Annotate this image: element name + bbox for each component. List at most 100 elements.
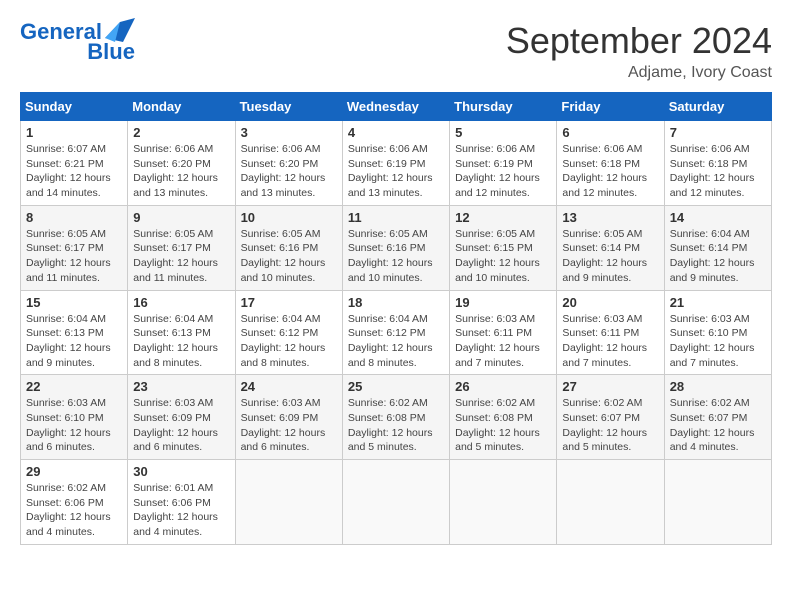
calendar-cell: 27 Sunrise: 6:02 AMSunset: 6:07 PMDayligh… [557, 375, 664, 460]
day-header-friday: Friday [557, 93, 664, 121]
calendar-cell: 7 Sunrise: 6:06 AMSunset: 6:18 PMDaylight… [664, 121, 771, 206]
day-info: Sunrise: 6:03 AMSunset: 6:09 PMDaylight:… [133, 396, 229, 455]
calendar-cell [235, 460, 342, 545]
day-info: Sunrise: 6:05 AMSunset: 6:16 PMDaylight:… [241, 227, 337, 286]
day-info: Sunrise: 6:03 AMSunset: 6:11 PMDaylight:… [562, 312, 658, 371]
title-area: September 2024 Adjame, Ivory Coast [506, 20, 772, 82]
day-number: 16 [133, 295, 229, 310]
calendar-header: SundayMondayTuesdayWednesdayThursdayFrid… [21, 93, 772, 121]
day-info: Sunrise: 6:02 AMSunset: 6:07 PMDaylight:… [670, 396, 766, 455]
month-title: September 2024 [506, 20, 772, 62]
day-header-wednesday: Wednesday [342, 93, 449, 121]
day-info: Sunrise: 6:03 AMSunset: 6:10 PMDaylight:… [670, 312, 766, 371]
calendar-cell: 6Sunrise: 6:06 AMSunset: 6:18 PMDaylight… [557, 121, 664, 206]
day-info: Sunrise: 6:06 AMSunset: 6:20 PMDaylight:… [241, 142, 337, 201]
day-info: Sunrise: 6:03 AMSunset: 6:11 PMDaylight:… [455, 312, 551, 371]
day-number: 10 [241, 210, 337, 225]
calendar-cell: 26 Sunrise: 6:02 AMSunset: 6:08 PMDayligh… [450, 375, 557, 460]
calendar-cell: 25Sunrise: 6:02 AMSunset: 6:08 PMDayligh… [342, 375, 449, 460]
day-number: 22 [26, 379, 122, 394]
day-number: 14 [670, 210, 766, 225]
calendar-week-1: 1 Sunrise: 6:07 AMSunset: 6:21 PMDaylight… [21, 121, 772, 206]
day-number: 9 [133, 210, 229, 225]
calendar-body: 1 Sunrise: 6:07 AMSunset: 6:21 PMDaylight… [21, 121, 772, 545]
calendar-cell: 14Sunrise: 6:04 AMSunset: 6:14 PMDayligh… [664, 205, 771, 290]
day-info: Sunrise: 6:05 AMSunset: 6:14 PMDaylight:… [562, 227, 658, 286]
day-info: Sunrise: 6:06 AMSunset: 6:19 PMDaylight:… [348, 142, 444, 201]
calendar-cell: 3 Sunrise: 6:06 AMSunset: 6:20 PMDaylight… [235, 121, 342, 206]
day-number: 1 [26, 125, 122, 140]
day-info: Sunrise: 6:03 AMSunset: 6:09 PMDaylight:… [241, 396, 337, 455]
day-number: 4 [348, 125, 444, 140]
day-info: Sunrise: 6:02 AMSunset: 6:07 PMDaylight:… [562, 396, 658, 455]
calendar-cell: 8 Sunrise: 6:05 AMSunset: 6:17 PMDaylight… [21, 205, 128, 290]
day-info: Sunrise: 6:06 AMSunset: 6:18 PMDaylight:… [562, 142, 658, 201]
day-info: Sunrise: 6:06 AMSunset: 6:19 PMDaylight:… [455, 142, 551, 201]
calendar-cell: 23 Sunrise: 6:03 AMSunset: 6:09 PMDayligh… [128, 375, 235, 460]
day-info: Sunrise: 6:02 AMSunset: 6:08 PMDaylight:… [455, 396, 551, 455]
header-row: SundayMondayTuesdayWednesdayThursdayFrid… [21, 93, 772, 121]
calendar-cell: 21 Sunrise: 6:03 AMSunset: 6:10 PMDayligh… [664, 290, 771, 375]
calendar-cell [557, 460, 664, 545]
day-info: Sunrise: 6:05 AMSunset: 6:17 PMDaylight:… [133, 227, 229, 286]
day-number: 27 [562, 379, 658, 394]
calendar-cell: 2 Sunrise: 6:06 AMSunset: 6:20 PMDaylight… [128, 121, 235, 206]
day-number: 18 [348, 295, 444, 310]
calendar-week-2: 8 Sunrise: 6:05 AMSunset: 6:17 PMDaylight… [21, 205, 772, 290]
calendar-week-3: 15 Sunrise: 6:04 AMSunset: 6:13 PMDayligh… [21, 290, 772, 375]
day-number: 7 [670, 125, 766, 140]
day-info: Sunrise: 6:07 AMSunset: 6:21 PMDaylight:… [26, 142, 122, 201]
day-info: Sunrise: 6:04 AMSunset: 6:12 PMDaylight:… [241, 312, 337, 371]
calendar-cell: 29 Sunrise: 6:02 AMSunset: 6:06 PMDayligh… [21, 460, 128, 545]
day-info: Sunrise: 6:01 AMSunset: 6:06 PMDaylight:… [133, 481, 229, 540]
day-number: 29 [26, 464, 122, 479]
day-info: Sunrise: 6:05 AMSunset: 6:17 PMDaylight:… [26, 227, 122, 286]
calendar-week-4: 22Sunrise: 6:03 AMSunset: 6:10 PMDayligh… [21, 375, 772, 460]
calendar-cell: 17 Sunrise: 6:04 AMSunset: 6:12 PMDayligh… [235, 290, 342, 375]
calendar-table: SundayMondayTuesdayWednesdayThursdayFrid… [20, 92, 772, 545]
day-header-sunday: Sunday [21, 93, 128, 121]
calendar-week-5: 29 Sunrise: 6:02 AMSunset: 6:06 PMDayligh… [21, 460, 772, 545]
page-header: General Blue September 2024 Adjame, Ivor… [20, 20, 772, 82]
day-number: 15 [26, 295, 122, 310]
day-number: 3 [241, 125, 337, 140]
calendar-cell: 28 Sunrise: 6:02 AMSunset: 6:07 PMDayligh… [664, 375, 771, 460]
calendar-cell: 15 Sunrise: 6:04 AMSunset: 6:13 PMDayligh… [21, 290, 128, 375]
day-number: 24 [241, 379, 337, 394]
day-info: Sunrise: 6:05 AMSunset: 6:15 PMDaylight:… [455, 227, 551, 286]
day-number: 8 [26, 210, 122, 225]
day-header-monday: Monday [128, 93, 235, 121]
calendar-cell: 10 Sunrise: 6:05 AMSunset: 6:16 PMDayligh… [235, 205, 342, 290]
day-number: 21 [670, 295, 766, 310]
day-info: Sunrise: 6:06 AMSunset: 6:18 PMDaylight:… [670, 142, 766, 201]
logo: General Blue [20, 20, 135, 64]
day-number: 25 [348, 379, 444, 394]
day-info: Sunrise: 6:04 AMSunset: 6:12 PMDaylight:… [348, 312, 444, 371]
calendar-cell: 13Sunrise: 6:05 AMSunset: 6:14 PMDayligh… [557, 205, 664, 290]
calendar-cell: 4 Sunrise: 6:06 AMSunset: 6:19 PMDaylight… [342, 121, 449, 206]
calendar-cell: 16Sunrise: 6:04 AMSunset: 6:13 PMDayligh… [128, 290, 235, 375]
day-info: Sunrise: 6:02 AMSunset: 6:06 PMDaylight:… [26, 481, 122, 540]
calendar-cell: 30Sunrise: 6:01 AMSunset: 6:06 PMDayligh… [128, 460, 235, 545]
day-number: 26 [455, 379, 551, 394]
calendar-cell: 11Sunrise: 6:05 AMSunset: 6:16 PMDayligh… [342, 205, 449, 290]
calendar-cell: 12 Sunrise: 6:05 AMSunset: 6:15 PMDayligh… [450, 205, 557, 290]
day-number: 2 [133, 125, 229, 140]
day-number: 11 [348, 210, 444, 225]
day-number: 12 [455, 210, 551, 225]
calendar-cell [664, 460, 771, 545]
day-info: Sunrise: 6:06 AMSunset: 6:20 PMDaylight:… [133, 142, 229, 201]
calendar-cell: 1 Sunrise: 6:07 AMSunset: 6:21 PMDaylight… [21, 121, 128, 206]
day-number: 19 [455, 295, 551, 310]
day-number: 17 [241, 295, 337, 310]
day-header-saturday: Saturday [664, 93, 771, 121]
day-number: 23 [133, 379, 229, 394]
day-header-tuesday: Tuesday [235, 93, 342, 121]
calendar-cell: 9 Sunrise: 6:05 AMSunset: 6:17 PMDaylight… [128, 205, 235, 290]
day-number: 28 [670, 379, 766, 394]
location-title: Adjame, Ivory Coast [506, 64, 772, 82]
calendar-cell: 20Sunrise: 6:03 AMSunset: 6:11 PMDayligh… [557, 290, 664, 375]
calendar-cell [342, 460, 449, 545]
day-info: Sunrise: 6:04 AMSunset: 6:13 PMDaylight:… [26, 312, 122, 371]
calendar-cell [450, 460, 557, 545]
